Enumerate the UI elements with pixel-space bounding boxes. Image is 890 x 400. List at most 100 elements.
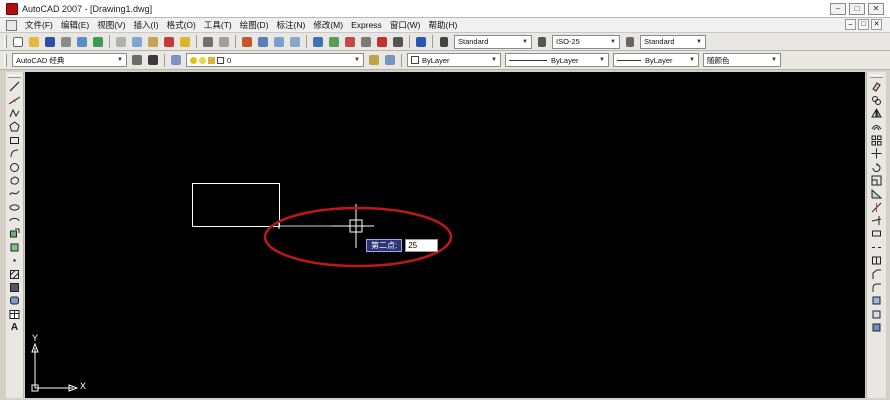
toolbar-grip[interactable] [4, 53, 7, 67]
gradient-icon[interactable] [8, 281, 22, 294]
extend-icon[interactable] [870, 214, 884, 227]
markup-icon[interactable] [375, 35, 389, 49]
redo-icon[interactable] [217, 35, 231, 49]
make-block-icon[interactable] [8, 241, 22, 254]
maximize-icon[interactable]: □ [849, 3, 865, 15]
revision-cloud-icon[interactable] [8, 174, 22, 187]
open-icon[interactable] [27, 35, 41, 49]
mirror-icon[interactable] [870, 107, 884, 120]
table-style-select[interactable]: Standard ▼ [640, 34, 706, 49]
undo-icon[interactable] [201, 35, 215, 49]
drawn-rectangle[interactable] [192, 183, 280, 227]
copy-object-icon[interactable] [870, 93, 884, 106]
minimize-icon[interactable]: – [830, 3, 846, 15]
text-style-icon[interactable] [437, 35, 451, 49]
block-editor-icon[interactable] [178, 35, 192, 49]
menu-window[interactable]: 窗口(W) [386, 19, 425, 31]
dim-style-select[interactable]: ISO-25 ▼ [552, 34, 620, 49]
save-icon[interactable] [43, 35, 57, 49]
workspace-save-icon[interactable] [146, 53, 160, 67]
construction-line-icon[interactable] [8, 93, 22, 106]
arc-icon[interactable] [8, 147, 22, 160]
doc-close-icon[interactable]: ✕ [871, 19, 882, 30]
menu-edit[interactable]: 编辑(E) [57, 19, 93, 31]
menu-file[interactable]: 文件(F) [21, 19, 57, 31]
trim-icon[interactable] [870, 201, 884, 214]
cut-icon[interactable] [114, 35, 128, 49]
polygon-icon[interactable] [8, 120, 22, 133]
properties-icon[interactable] [311, 35, 325, 49]
ellipse-icon[interactable] [8, 201, 22, 214]
layer-manager-icon[interactable] [169, 53, 183, 67]
calculator-icon[interactable] [391, 35, 405, 49]
text-style-select[interactable]: Standard ▼ [454, 34, 532, 49]
erase-icon[interactable] [870, 80, 884, 93]
table-style-icon[interactable] [623, 35, 637, 49]
rotate-icon[interactable] [870, 160, 884, 173]
array-icon[interactable] [870, 134, 884, 147]
table-icon[interactable] [8, 308, 22, 321]
workspace-settings-icon[interactable] [130, 53, 144, 67]
paste-icon[interactable] [146, 35, 160, 49]
circle-icon[interactable] [8, 160, 22, 173]
lineweight-select[interactable]: ByLayer ▼ [613, 53, 699, 67]
dynamic-input-field[interactable]: 25 [405, 239, 439, 252]
menu-dimension[interactable]: 标注(N) [273, 19, 310, 31]
design-center-icon[interactable] [327, 35, 341, 49]
menu-help[interactable]: 帮助(H) [425, 19, 462, 31]
zoom-realtime-icon[interactable] [256, 35, 270, 49]
doc-restore-icon[interactable]: □ [858, 19, 869, 30]
chamfer-icon[interactable] [870, 267, 884, 280]
rectangle-icon[interactable] [8, 134, 22, 147]
point-icon[interactable] [8, 254, 22, 267]
toolbar-grip[interactable] [8, 75, 21, 78]
menu-insert[interactable]: 插入(I) [130, 19, 163, 31]
linetype-select[interactable]: ByLayer ▼ [505, 53, 609, 67]
color-select[interactable]: ByLayer ▼ [407, 53, 501, 67]
doc-minimize-icon[interactable]: – [845, 19, 856, 30]
hatch-icon[interactable] [8, 267, 22, 280]
new-icon[interactable] [11, 35, 25, 49]
line-icon[interactable] [8, 80, 22, 93]
insert-block-icon[interactable] [8, 227, 22, 240]
menu-draw[interactable]: 绘图(D) [236, 19, 273, 31]
menu-tools[interactable]: 工具(T) [200, 19, 236, 31]
zoom-window-icon[interactable] [272, 35, 286, 49]
fillet-icon[interactable] [870, 281, 884, 294]
menu-format[interactable]: 格式(O) [163, 19, 200, 31]
layer-select[interactable]: 0 ▼ [186, 53, 364, 67]
multiline-text-icon[interactable]: A [8, 321, 22, 334]
zoom-previous-icon[interactable] [288, 35, 302, 49]
document-icon[interactable] [6, 19, 17, 31]
scale-icon[interactable] [870, 174, 884, 187]
join-icon[interactable] [870, 254, 884, 267]
help-icon[interactable] [414, 35, 428, 49]
menu-view[interactable]: 视图(V) [93, 19, 129, 31]
pan-icon[interactable] [240, 35, 254, 49]
plot-icon[interactable] [59, 35, 73, 49]
polyline-icon[interactable] [8, 107, 22, 120]
dim-style-icon[interactable] [535, 35, 549, 49]
publish-icon[interactable] [91, 35, 105, 49]
toolbar-grip[interactable] [870, 75, 883, 78]
ellipse-arc-icon[interactable] [8, 214, 22, 227]
make-layer-current-icon[interactable] [367, 53, 381, 67]
offset-icon[interactable] [870, 120, 884, 133]
menu-express[interactable]: Express [347, 20, 386, 30]
spline-icon[interactable] [8, 187, 22, 200]
move-icon[interactable] [870, 147, 884, 160]
explode-icon[interactable] [870, 294, 884, 307]
menu-modify[interactable]: 修改(M) [309, 19, 347, 31]
workspace-select[interactable]: AutoCAD 经典 ▼ [12, 53, 127, 67]
break-at-point-icon[interactable] [870, 227, 884, 240]
break-icon[interactable] [870, 241, 884, 254]
match-properties-icon[interactable] [162, 35, 176, 49]
plot-style-select[interactable]: 随颜色 ▼ [703, 53, 781, 67]
drawing-area[interactable]: Y X 第二点: 25 [25, 72, 865, 398]
stretch-icon[interactable] [870, 187, 884, 200]
sheet-set-icon[interactable] [359, 35, 373, 49]
tool-palettes-icon[interactable] [343, 35, 357, 49]
properties-panel-icon[interactable] [870, 321, 884, 334]
close-icon[interactable]: ✕ [868, 3, 884, 15]
toolbar-grip[interactable] [4, 35, 7, 48]
